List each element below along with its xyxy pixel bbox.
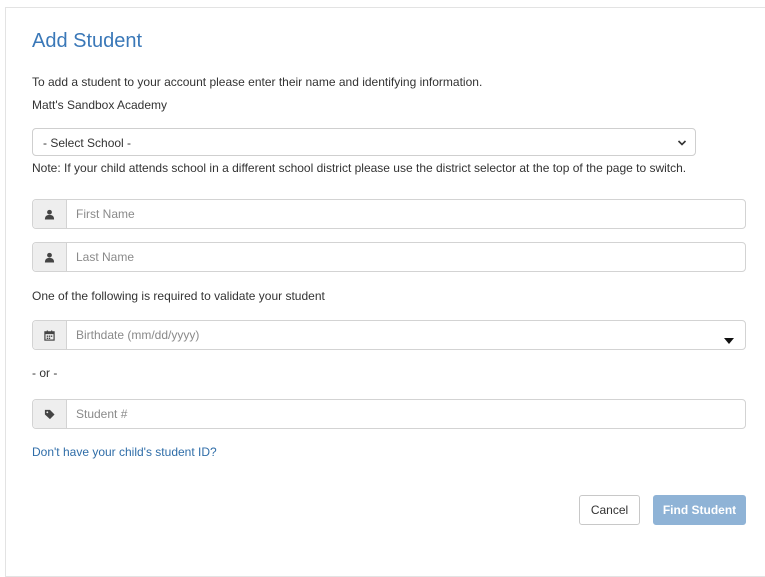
last-name-input[interactable]	[67, 243, 745, 271]
calendar-icon	[33, 321, 67, 349]
user-icon	[33, 200, 67, 228]
validation-text: One of the following is required to vali…	[32, 289, 325, 303]
school-note: Note: If your child attends school in a …	[32, 161, 687, 175]
user-icon	[33, 243, 67, 271]
caret-down-icon[interactable]	[724, 333, 734, 347]
find-student-button[interactable]: Find Student	[653, 495, 746, 525]
intro-text: To add a student to your account please …	[32, 75, 483, 89]
birthdate-group	[32, 320, 746, 350]
first-name-input[interactable]	[67, 200, 745, 228]
cancel-button[interactable]: Cancel	[579, 495, 640, 525]
student-number-group	[32, 399, 746, 429]
district-name: Matt's Sandbox Academy	[32, 98, 168, 112]
birthdate-input[interactable]	[67, 321, 745, 349]
school-select-value: - Select School -	[43, 136, 132, 150]
chevron-down-icon	[677, 137, 687, 151]
first-name-group	[32, 199, 746, 229]
last-name-group	[32, 242, 746, 272]
student-number-input[interactable]	[67, 400, 745, 428]
page-title: Add Student	[32, 30, 143, 52]
or-separator: - or -	[32, 366, 58, 380]
missing-student-id-link[interactable]: Don't have your child's student ID?	[32, 445, 217, 459]
tag-icon	[33, 400, 67, 428]
school-select[interactable]: - Select School -	[32, 128, 696, 156]
